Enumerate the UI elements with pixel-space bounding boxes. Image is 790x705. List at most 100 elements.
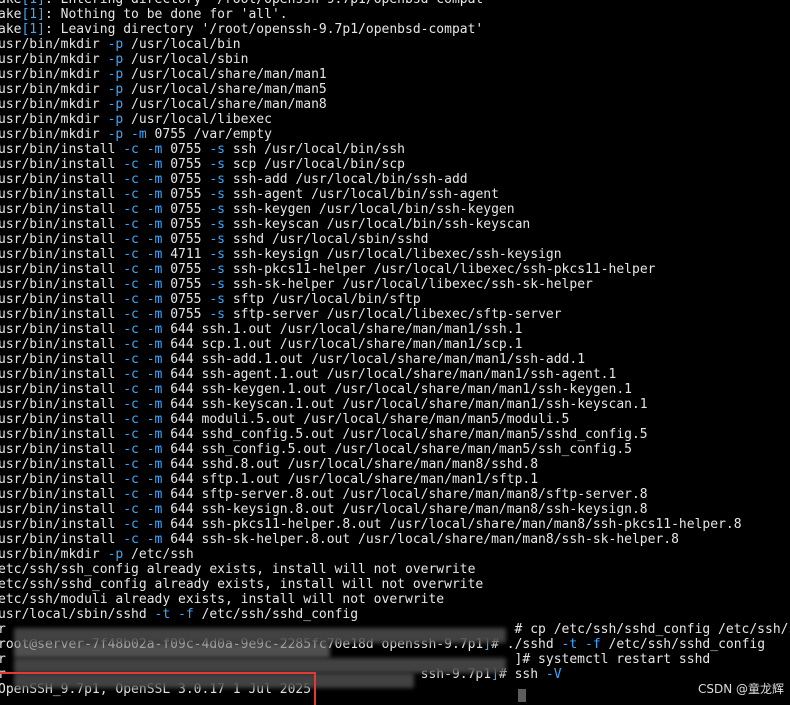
terminal-text: etc/ssh/ssh_config already exists, insta… (0, 562, 476, 577)
terminal-text: /etc/ssh/sshd_config (600, 637, 766, 652)
terminal-text: 644 ssh-agent.1.out /usr/local/share/man… (162, 367, 617, 382)
command-flag: -c -m (123, 382, 163, 397)
terminal-text: 644 sshd_config.5.out /usr/local/share/m… (162, 427, 648, 442)
terminal-text: usr/bin/install (0, 277, 124, 292)
terminal-line: usr/bin/install -c -m 644 moduli.5.out /… (0, 412, 569, 427)
terminal-text: : Nothing to be done for 'all'. (44, 7, 288, 22)
command-flag: -s (209, 187, 225, 202)
command-flag: -c -m (123, 202, 163, 217)
terminal-text: ssh-add /usr/local/bin/ssh-add (225, 172, 468, 187)
command-flag: -t -f (561, 637, 601, 652)
terminal-text: usr/bin/install (0, 382, 124, 397)
terminal-text: usr/bin/mkdir (0, 52, 108, 67)
terminal-line: etc/ssh/ssh_config already exists, insta… (0, 562, 475, 577)
terminal-text: 0755 (162, 142, 210, 157)
terminal-text: usr/bin/install (0, 142, 124, 157)
terminal-text: usr/bin/mkdir (0, 97, 108, 112)
terminal-line: usr/bin/mkdir -p /usr/local/share/man/ma… (0, 97, 327, 112)
command-flag: -s (209, 217, 225, 232)
terminal-line: usr/bin/install -c -m 644 ssh_config.5.o… (0, 442, 632, 457)
command-flag: -p (107, 112, 124, 127)
terminal-text: 644 sftp-server.8.out /usr/local/share/m… (162, 487, 648, 502)
terminal-text: etc/ssh/moduli already exists, install w… (0, 592, 445, 607)
terminal-line: usr/bin/install -c -m 0755 -s ssh-add /u… (0, 172, 468, 187)
terminal-text: ssh-pkcs11-helper /usr/local/libexec/ssh… (225, 262, 656, 277)
terminal-text: ake (0, 7, 22, 22)
command-flag: -s (209, 277, 225, 292)
terminal-text: /usr/local/share/man/man1 (123, 67, 327, 82)
command-flag: -c -m (123, 352, 163, 367)
terminal-text: 0755 (162, 262, 210, 277)
terminal-text: usr/bin/install (0, 367, 124, 382)
terminal-line: usr/bin/mkdir -p /etc/ssh (0, 547, 194, 562)
terminal-text: 644 ssh-add.1.out /usr/local/share/man/m… (162, 352, 586, 367)
terminal-text: usr/bin/mkdir (0, 112, 108, 127)
terminal-line: usr/bin/install -c -m 0755 -s ssh-pkcs11… (0, 262, 655, 277)
terminal-text: usr/bin/mkdir (0, 127, 108, 142)
command-flag: -c -m (123, 187, 163, 202)
terminal-text: ssh-agent /usr/local/bin/ssh-agent (225, 187, 499, 202)
terminal-text: 0755 (162, 172, 210, 187)
command-flag: -s (209, 307, 225, 322)
terminal-text: 0755 (162, 217, 210, 232)
terminal-line: etc/ssh/sshd_config already exists, inst… (0, 577, 483, 592)
terminal-line: etc/ssh/moduli already exists, install w… (0, 592, 444, 607)
terminal-text: ake (0, 22, 22, 37)
terminal-line: usr/bin/install -c -m 0755 -s ssh-sk-hel… (0, 277, 593, 292)
terminal-line: usr/local/sbin/sshd -t -f /etc/ssh/sshd_… (0, 607, 358, 622)
terminal-line: usr/bin/install -c -m 0755 -s ssh /usr/l… (0, 142, 405, 157)
terminal-line: usr/bin/install -c -m 644 sftp.1.out /us… (0, 472, 538, 487)
command-flag: -c -m (123, 532, 163, 547)
redacted-prompt-1 (14, 628, 506, 643)
command-flag: -c -m (123, 172, 163, 187)
command-flag: -c -m (123, 142, 163, 157)
redacted-prompt-3 (14, 658, 506, 673)
terminal-text: 644 ssh-pkcs11-helper.8.out /usr/local/s… (162, 517, 742, 532)
terminal-text: usr/bin/install (0, 487, 124, 502)
terminal-text: 0755 (162, 277, 210, 292)
terminal-line: usr/bin/install -c -m 644 scp.1.out /usr… (0, 337, 522, 352)
command-flag: -c -m (123, 457, 163, 472)
terminal-text: usr/bin/install (0, 262, 124, 277)
terminal-line: usr/bin/install -c -m 0755 -s sshd /usr/… (0, 232, 429, 247)
terminal-text: 4711 (162, 247, 210, 262)
terminal-text: scp /usr/local/bin/scp (225, 157, 406, 172)
terminal-text: 0755 /var/empty (146, 127, 272, 142)
terminal-text: 0755 (162, 202, 210, 217)
terminal-text: /usr/local/bin (123, 37, 241, 52)
terminal-text: 644 ssh-sk-helper.8.out /usr/local/share… (162, 532, 679, 547)
terminal-text: usr/bin/install (0, 247, 124, 262)
command-flag: -p -m (107, 127, 147, 142)
terminal-text: /usr/local/libexec (123, 112, 272, 127)
terminal-text: usr/bin/install (0, 187, 124, 202)
terminal-text: usr/bin/install (0, 442, 124, 457)
command-flag: -t -f (154, 607, 194, 622)
terminal-text: usr/bin/install (0, 307, 124, 322)
terminal-text: usr/local/sbin/sshd (0, 607, 155, 622)
terminal-line: usr/bin/install -c -m 644 sshd.8.out /us… (0, 457, 538, 472)
command-flag: -s (209, 157, 225, 172)
terminal-text: /etc/ssh/sshd_config (193, 607, 359, 622)
terminal-text: 644 ssh-keygen.1.out /usr/local/share/ma… (162, 382, 632, 397)
terminal-line: ake[1]: Entering directory '/root/openss… (0, 0, 491, 7)
terminal-text: /usr/local/share/man/man5 (123, 82, 327, 97)
command-flag: -s (209, 232, 225, 247)
command-flag: -p (107, 67, 124, 82)
terminal-text: usr/bin/install (0, 517, 124, 532)
terminal-line: usr/bin/install -c -m 0755 -s scp /usr/l… (0, 157, 405, 172)
command-flag: -c -m (123, 292, 163, 307)
watermark: CSDN @童龙辉 (697, 682, 784, 696)
terminal-text: 0755 (162, 307, 210, 322)
command-flag: -c -m (123, 337, 163, 352)
terminal-text: usr/bin/install (0, 427, 124, 442)
terminal-text: usr/bin/install (0, 172, 124, 187)
terminal-line: usr/bin/install -c -m 644 ssh-agent.1.ou… (0, 367, 616, 382)
terminal-text: : Entering directory '/root/openssh-9.7p… (45, 0, 491, 7)
terminal-line: usr/bin/install -c -m 644 ssh-pkcs11-hel… (0, 517, 742, 532)
terminal-text: ssh-sk-helper /usr/local/libexec/ssh-sk-… (225, 277, 593, 292)
command-flag: -c -m (123, 502, 163, 517)
terminal-text: usr/bin/install (0, 202, 124, 217)
terminal-window[interactable]: ake[1]: Entering directory '/root/openss… (0, 0, 790, 705)
command-flag: -V (545, 667, 562, 682)
terminal-line: usr/bin/install -c -m 0755 -s ssh-agent … (0, 187, 499, 202)
